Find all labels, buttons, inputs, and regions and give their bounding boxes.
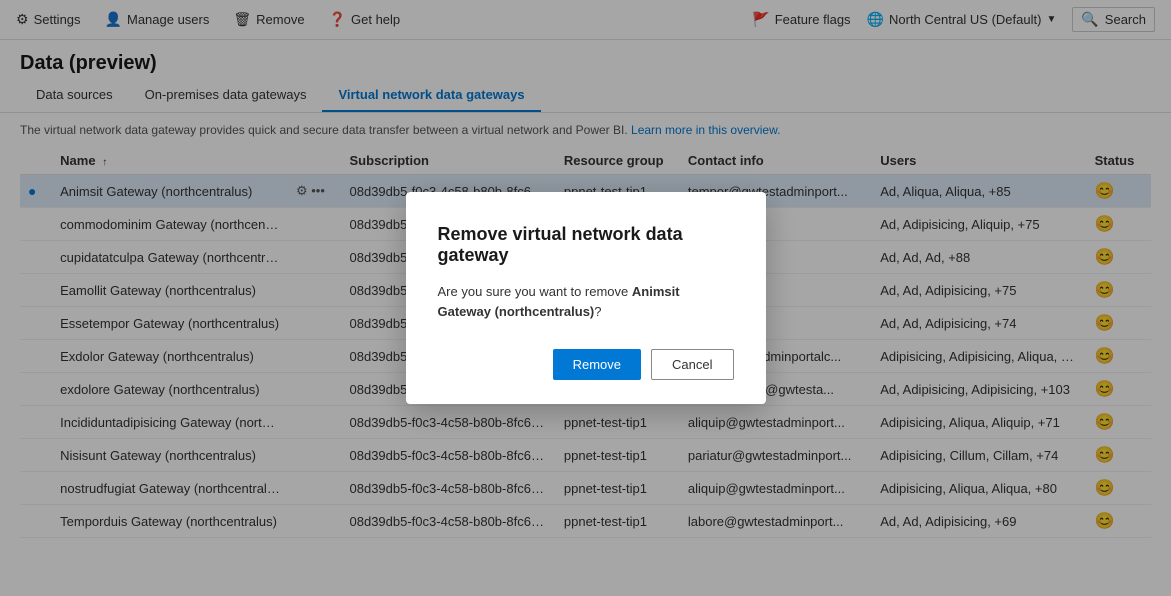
modal-body-prefix: Are you sure you want to remove	[438, 284, 632, 299]
modal-actions: Remove Cancel	[438, 349, 734, 380]
modal-body-suffix: ?	[594, 304, 601, 319]
modal-title: Remove virtual network data gateway	[438, 224, 734, 266]
modal-body: Are you sure you want to remove Animsit …	[438, 282, 734, 321]
modal-remove-button[interactable]: Remove	[553, 349, 641, 380]
modal-cancel-button[interactable]: Cancel	[651, 349, 733, 380]
remove-modal: Remove virtual network data gateway Are …	[406, 192, 766, 404]
modal-overlay: Remove virtual network data gateway Are …	[0, 0, 1171, 596]
